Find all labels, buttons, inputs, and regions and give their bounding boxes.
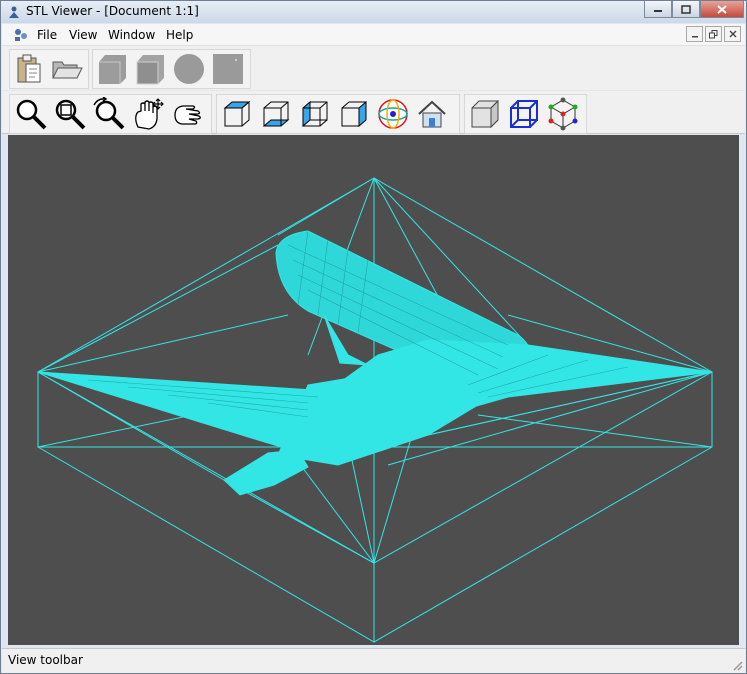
paste-button[interactable] xyxy=(11,51,47,87)
minimize-button[interactable] xyxy=(644,1,672,18)
view-home-button[interactable] xyxy=(414,96,450,132)
blank-button[interactable] xyxy=(210,51,246,87)
title-bar[interactable]: STL Viewer - [Document 1:1] xyxy=(1,1,746,23)
restore-icon xyxy=(709,29,718,38)
navigation-group xyxy=(9,94,212,134)
zoom-window-icon xyxy=(55,99,86,130)
app-window: STL Viewer - [Document 1:1] File View Wi… xyxy=(0,0,747,674)
box-front-button[interactable] xyxy=(132,51,168,87)
points-button[interactable] xyxy=(545,96,581,132)
view-top-button[interactable] xyxy=(219,96,255,132)
box-button[interactable] xyxy=(94,51,130,87)
document-icon[interactable] xyxy=(13,27,29,42)
wireframe-model xyxy=(36,177,714,643)
view-orientation-group xyxy=(216,94,460,134)
window-title: STL Viewer - [Document 1:1] xyxy=(26,4,199,18)
window-controls xyxy=(644,1,744,19)
close-icon xyxy=(717,4,727,14)
cube-shaded-icon xyxy=(471,99,499,129)
sphere-button[interactable] xyxy=(171,51,207,87)
view-right-icon xyxy=(341,100,367,128)
close-button[interactable] xyxy=(700,1,744,18)
rotate-button[interactable] xyxy=(170,96,206,132)
box-gray-icon xyxy=(99,55,126,84)
minimize-icon xyxy=(691,36,698,38)
cube-points-icon xyxy=(548,97,578,131)
view-left-icon xyxy=(302,100,328,128)
shape-group xyxy=(92,49,251,89)
status-text: View toolbar xyxy=(8,653,83,667)
shaded-button[interactable] xyxy=(467,96,503,132)
zoom-rotate-icon xyxy=(93,97,125,130)
mdi-close-button[interactable] xyxy=(724,26,741,42)
cube-wireframe-icon xyxy=(510,100,538,128)
menu-file[interactable]: File xyxy=(37,28,57,42)
minimize-icon xyxy=(654,10,662,12)
wireframe-button[interactable] xyxy=(506,96,542,132)
3d-viewport[interactable] xyxy=(8,135,739,645)
zoom-button[interactable] xyxy=(13,96,49,132)
magnifier-icon xyxy=(16,99,47,130)
clipboard-icon xyxy=(17,54,41,83)
mdi-minimize-button[interactable] xyxy=(686,26,703,42)
zoom-window-button[interactable] xyxy=(52,96,88,132)
mdi-controls xyxy=(686,26,741,42)
hand-move-icon xyxy=(135,98,164,130)
view-bottom-button[interactable] xyxy=(258,96,294,132)
app-icon xyxy=(9,6,19,18)
menu-view[interactable]: View xyxy=(69,28,97,42)
status-bar: View toolbar xyxy=(2,648,745,673)
menu-bar: File View Window Help xyxy=(2,24,745,46)
sphere-icon xyxy=(174,54,204,84)
resize-grip-icon[interactable] xyxy=(731,659,743,671)
file-toolbar xyxy=(2,46,745,90)
pan-button[interactable] xyxy=(131,96,167,132)
view-bottom-icon xyxy=(262,101,290,127)
view-axes-button[interactable] xyxy=(375,96,411,132)
display-mode-group xyxy=(464,94,587,134)
maximize-button[interactable] xyxy=(672,1,700,18)
view-right-button[interactable] xyxy=(336,96,372,132)
box-front-icon xyxy=(136,55,164,85)
axis-globe-icon xyxy=(378,99,408,129)
view-left-button[interactable] xyxy=(297,96,333,132)
folder-open-icon xyxy=(52,61,83,79)
menu-window[interactable]: Window xyxy=(108,28,155,42)
view-toolbar xyxy=(2,91,745,134)
menu-help[interactable]: Help xyxy=(166,28,193,42)
hand-rotate-icon xyxy=(174,105,201,125)
home-icon xyxy=(418,100,446,128)
blank-square-icon xyxy=(213,54,243,84)
view-top-icon xyxy=(223,100,251,127)
maximize-icon xyxy=(681,4,691,14)
open-button[interactable] xyxy=(49,51,85,87)
zoom-dynamic-button[interactable] xyxy=(91,96,127,132)
file-group xyxy=(9,49,89,89)
mdi-restore-button[interactable] xyxy=(705,26,722,42)
close-icon xyxy=(729,30,736,38)
